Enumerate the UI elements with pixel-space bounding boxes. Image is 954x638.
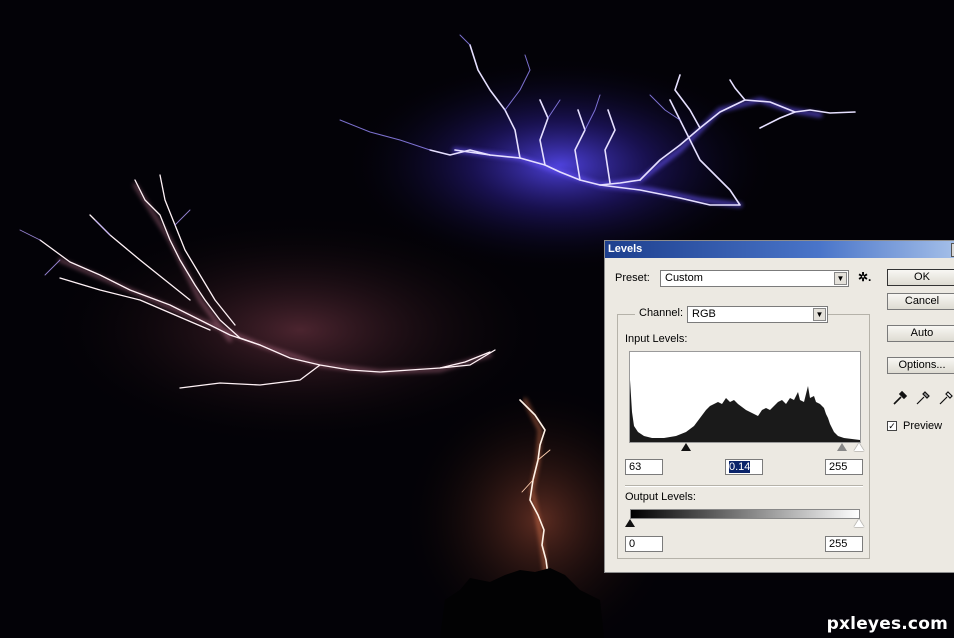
black-eyedropper-icon[interactable] [891,389,909,407]
output-white-slider[interactable] [854,519,864,527]
output-black-field[interactable]: 0 [625,536,663,552]
input-gamma-slider[interactable] [837,443,847,451]
ok-button[interactable]: OK [887,269,954,286]
output-levels-label: Output Levels: [625,491,696,503]
output-white-field[interactable]: 255 [825,536,863,552]
input-white-field[interactable]: 255 [825,459,863,475]
preset-value: Custom [665,272,703,284]
watermark: pxleyes.com [826,614,948,634]
preview-label: Preview [903,420,943,432]
dialog-title: Levels [608,243,643,255]
options-button[interactable]: Options... [887,357,954,374]
chevron-down-icon[interactable]: ▼ [813,308,826,321]
output-black-slider[interactable] [625,519,635,527]
channel-label: Channel: [635,307,688,319]
chevron-down-icon[interactable]: ▼ [834,272,847,285]
input-black-field[interactable]: 63 [625,459,663,475]
histogram-bars [630,380,860,442]
preset-select[interactable]: Custom ▼ [660,270,849,287]
input-black-slider[interactable] [681,443,691,451]
white-eyedropper-icon[interactable] [937,389,954,407]
channel-value: RGB [692,308,716,320]
dialog-title-bar[interactable]: Levels x [605,241,954,258]
preset-label: Preset: [615,272,650,284]
gear-icon[interactable]: ✲. [858,270,871,284]
auto-button[interactable]: Auto [887,325,954,342]
preview-checkbox[interactable]: ✓ [887,421,897,431]
cancel-button[interactable]: Cancel [887,293,954,310]
input-levels-label: Input Levels: [625,333,688,345]
channel-select[interactable]: RGB ▼ [687,306,828,323]
input-gamma-field[interactable]: 0.14 [725,459,763,475]
input-white-slider[interactable] [854,443,864,451]
histogram [629,351,861,443]
levels-dialog: Levels x Preset: Custom ▼ ✲. OK Cancel A… [604,240,954,573]
separator [625,485,863,487]
gray-eyedropper-icon[interactable] [914,389,932,407]
output-gradient [630,509,860,519]
